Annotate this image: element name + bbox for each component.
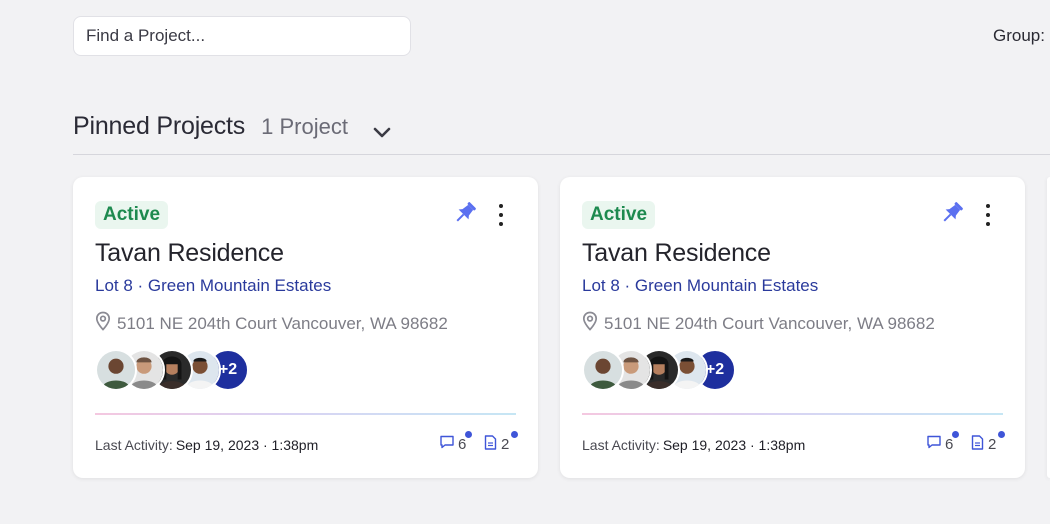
project-card[interactable]: Active Tavan Residence Lot 8 · Green Mou… bbox=[560, 177, 1025, 478]
team-avatars: +2 bbox=[582, 349, 736, 391]
section-count: 1 Project bbox=[261, 114, 348, 139]
address-text: 5101 NE 204th Court Vancouver, WA 98682 bbox=[604, 313, 935, 333]
project-address: 5101 NE 204th Court Vancouver, WA 98682 bbox=[95, 311, 448, 336]
last-activity: Last Activity: Sep 19, 2023 · 1:38pm bbox=[95, 437, 318, 453]
more-options-icon[interactable] bbox=[978, 201, 998, 229]
pinned-projects-header: Pinned Projects 1 Project bbox=[73, 112, 1050, 155]
chevron-down-icon[interactable] bbox=[370, 121, 394, 145]
files-count[interactable]: 2 bbox=[484, 431, 518, 454]
project-card[interactable]: Active Tavan Residence Lot 8 · Green Mou… bbox=[73, 177, 538, 478]
comments-value: 6 bbox=[458, 435, 467, 453]
document-icon bbox=[484, 435, 497, 454]
status-badge: Active bbox=[582, 201, 656, 229]
group-by-label[interactable]: Group: bbox=[993, 26, 1045, 46]
more-options-icon[interactable] bbox=[491, 201, 511, 229]
files-count[interactable]: 2 bbox=[971, 431, 1005, 454]
map-pin-icon bbox=[95, 311, 117, 336]
card-divider bbox=[95, 413, 516, 415]
last-activity: Last Activity: Sep 19, 2023 · 1:38pm bbox=[582, 437, 805, 453]
notification-dot bbox=[465, 431, 472, 438]
status-badge: Active bbox=[95, 201, 169, 229]
comments-count[interactable]: 6 bbox=[439, 431, 472, 453]
last-activity-date: Sep 19, 2023 · 1:38pm bbox=[175, 437, 319, 453]
comment-icon bbox=[439, 435, 455, 453]
project-title[interactable]: Tavan Residence bbox=[582, 239, 771, 268]
notification-dot bbox=[998, 431, 1005, 438]
map-pin-icon bbox=[582, 311, 604, 336]
avatar[interactable] bbox=[95, 349, 137, 391]
files-value: 2 bbox=[501, 436, 510, 453]
notification-dot bbox=[511, 431, 518, 438]
project-address: 5101 NE 204th Court Vancouver, WA 98682 bbox=[582, 311, 935, 336]
project-subtitle[interactable]: Lot 8 · Green Mountain Estates bbox=[582, 276, 818, 296]
project-title[interactable]: Tavan Residence bbox=[95, 239, 284, 268]
pin-icon[interactable] bbox=[451, 199, 479, 227]
pin-icon[interactable] bbox=[938, 199, 966, 227]
comments-value: 6 bbox=[945, 435, 954, 453]
files-value: 2 bbox=[988, 436, 997, 453]
address-text: 5101 NE 204th Court Vancouver, WA 98682 bbox=[117, 313, 448, 333]
last-activity-label: Last Activity: bbox=[95, 437, 173, 453]
section-title: Pinned Projects bbox=[73, 112, 246, 140]
last-activity-date: Sep 19, 2023 · 1:38pm bbox=[662, 437, 806, 453]
project-subtitle[interactable]: Lot 8 · Green Mountain Estates bbox=[95, 276, 331, 296]
document-icon bbox=[971, 435, 984, 454]
team-avatars: +2 bbox=[95, 349, 249, 391]
last-activity-label: Last Activity: bbox=[582, 437, 660, 453]
comment-icon bbox=[926, 435, 942, 453]
search-input[interactable] bbox=[73, 16, 411, 56]
avatar[interactable] bbox=[582, 349, 624, 391]
notification-dot bbox=[952, 431, 959, 438]
card-divider bbox=[582, 413, 1003, 415]
comments-count[interactable]: 6 bbox=[926, 431, 959, 453]
